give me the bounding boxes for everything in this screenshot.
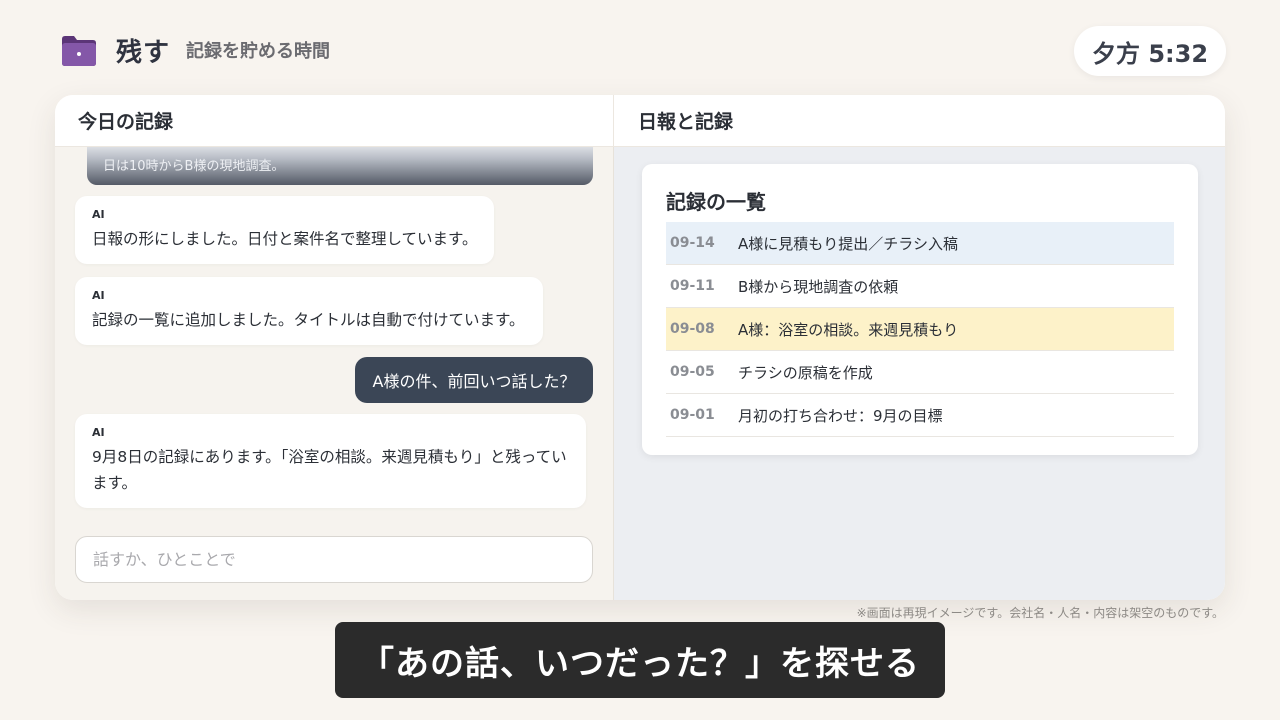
app-title: 残す bbox=[116, 37, 171, 68]
records-pane: 記録の一覧 09-14 A様に見積もり提出／チラシ入稿 09-11 B様から現地… bbox=[614, 147, 1225, 600]
clock-badge: 夕方 5:32 bbox=[1074, 26, 1226, 76]
user-message: A様の件、前回いつ話した？ bbox=[355, 357, 593, 403]
message-text: 9月8日の記録にあります。「浴室の相談。来週見積もり」と残っています。 bbox=[92, 448, 567, 492]
message-text: 日報の形にしました。日付と案件名で整理しています。 bbox=[92, 230, 478, 248]
record-row[interactable]: 09-05 チラシの原稿を作成 bbox=[666, 351, 1174, 394]
sender-label: AI bbox=[92, 426, 105, 439]
chat-pane-title: 今日の記録 bbox=[55, 95, 614, 147]
sender-label: AI bbox=[92, 208, 105, 221]
record-row[interactable]: 09-11 B様から現地調査の依頼 bbox=[666, 265, 1174, 308]
caption-banner: 「あの話、いつだった？」を探せる bbox=[335, 622, 945, 698]
message-text: 記録の一覧に追加しました。タイトルは自動で付けています。 bbox=[92, 311, 525, 329]
records-card-title: 記録の一覧 bbox=[666, 190, 766, 214]
record-date: 09-14 bbox=[670, 235, 715, 251]
app-header: 残す 記録を貯める時間 bbox=[60, 28, 330, 72]
record-row[interactable]: 09-01 月初の打ち合わせ：9月の目標 bbox=[666, 394, 1174, 437]
record-date: 09-05 bbox=[670, 364, 715, 380]
ai-message: AI 記録の一覧に追加しました。タイトルは自動で付けています。 bbox=[75, 277, 543, 345]
record-title: B様から現地調査の依頼 bbox=[738, 277, 899, 296]
record-row[interactable]: 09-08 A様：浴室の相談。来週見積もり bbox=[666, 308, 1174, 351]
record-date: 09-11 bbox=[670, 278, 715, 294]
app-subtitle: 記録を貯める時間 bbox=[186, 41, 331, 62]
main-card: 今日の記録 日報と記録 日は10時からB様の現地調査。 AI 日報の形にしました… bbox=[55, 95, 1225, 600]
record-row[interactable]: 09-14 A様に見積もり提出／チラシ入稿 bbox=[666, 222, 1174, 265]
record-title: 月初の打ち合わせ：9月の目標 bbox=[738, 406, 943, 425]
chat-input[interactable] bbox=[75, 536, 593, 583]
chat-pane[interactable]: 日は10時からB様の現地調査。 AI 日報の形にしました。日付と案件名で整理して… bbox=[55, 147, 614, 600]
record-date: 09-08 bbox=[670, 321, 715, 337]
record-title: A様に見積もり提出／チラシ入稿 bbox=[738, 234, 958, 253]
ai-message: AI 日報の形にしました。日付と案件名で整理しています。 bbox=[75, 196, 494, 264]
sender-label: AI bbox=[92, 289, 105, 302]
folder-icon bbox=[60, 33, 98, 67]
record-date: 09-01 bbox=[670, 407, 715, 423]
record-title: チラシの原稿を作成 bbox=[738, 363, 873, 382]
record-title: A様：浴室の相談。来週見積もり bbox=[738, 320, 959, 339]
records-card: 記録の一覧 09-14 A様に見積もり提出／チラシ入稿 09-11 B様から現地… bbox=[642, 164, 1198, 455]
disclaimer: ※画面は再現イメージです。会社名・人名・内容は架空のものです。 bbox=[856, 606, 1224, 620]
records-pane-title: 日報と記録 bbox=[614, 95, 1225, 147]
ai-message: AI 9月8日の記録にあります。「浴室の相談。来週見積もり」と残っています。 bbox=[75, 414, 586, 508]
user-message-cut: 日は10時からB様の現地調査。 bbox=[87, 147, 593, 185]
